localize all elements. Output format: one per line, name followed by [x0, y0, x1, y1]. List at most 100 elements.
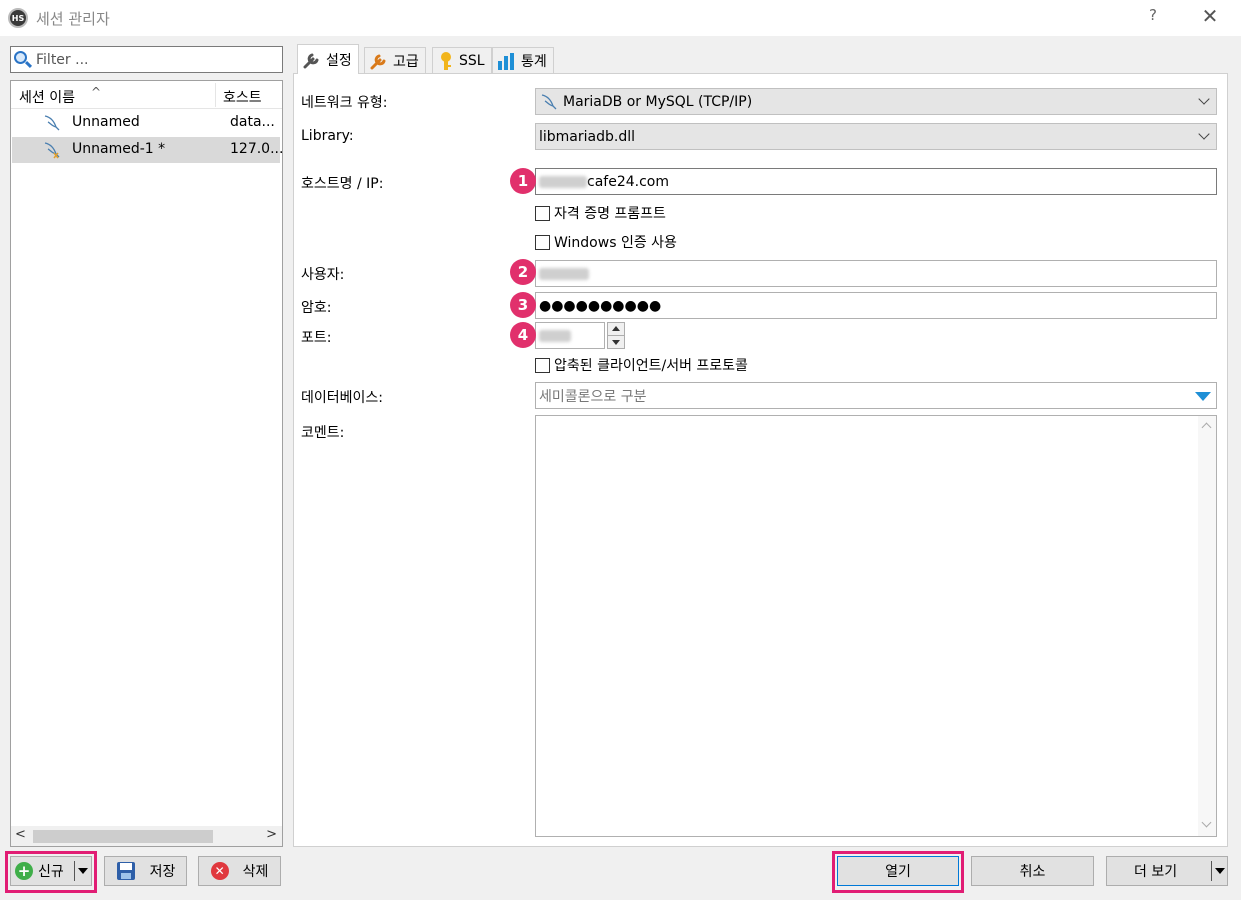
checkbox[interactable] [535, 357, 550, 373]
mysql-dolphin-icon [44, 115, 60, 131]
tree-header: 세션 이름 ^ 호스트 [11, 81, 282, 109]
floppy-disk-icon [116, 862, 135, 880]
bar-chart-icon [498, 52, 514, 70]
redacted-text [539, 329, 571, 342]
session-tree[interactable]: 세션 이름 ^ 호스트 Unnamed data... Unnamed-1 * … [10, 80, 283, 847]
window-title: 세션 관리자 [36, 10, 110, 28]
key-icon [441, 51, 451, 70]
filter-input[interactable] [36, 51, 266, 68]
port-stepper[interactable] [607, 322, 625, 349]
wrench-icon [303, 53, 319, 68]
more-button-label: 더 보기 [1134, 864, 1178, 880]
step-badge-2: 2 [510, 259, 536, 285]
session-row[interactable]: Unnamed data... [12, 110, 280, 136]
checkbox[interactable] [535, 234, 550, 250]
tab-statistics[interactable]: 통계 [492, 47, 554, 73]
tab-settings[interactable]: 설정 [297, 44, 359, 74]
compressed-protocol-checkbox[interactable]: 압축된 클라이언트/서버 프로토콜 [535, 355, 748, 375]
password-input[interactable]: ●●●●●●●●●● [535, 292, 1217, 319]
stepper-divider [608, 335, 624, 336]
arrow-up-icon[interactable] [612, 326, 620, 331]
session-name: Unnamed [72, 114, 140, 130]
wrench-orange-icon [370, 54, 386, 69]
chevron-down-icon [1198, 128, 1210, 140]
database-label: 데이터베이스: [301, 390, 383, 406]
horizontal-scrollbar[interactable]: < > [11, 826, 282, 846]
split-divider [74, 861, 75, 881]
database-input[interactable]: 세미콜론으로 구분 [535, 382, 1217, 409]
tab-label: SSL [459, 52, 485, 69]
redacted-text [539, 175, 587, 188]
app-icon: HS [8, 8, 28, 28]
column-header-session-name[interactable]: 세션 이름 [19, 87, 75, 107]
column-header-host[interactable]: 호스트 [223, 87, 262, 107]
save-button[interactable]: 저장 [104, 856, 187, 886]
library-value: libmariadb.dll [539, 128, 635, 145]
redacted-text [539, 267, 589, 280]
user-input[interactable] [535, 260, 1217, 287]
checkbox[interactable] [535, 205, 550, 221]
session-host: 127.0... [230, 141, 283, 157]
checkbox-label: 압축된 클라이언트/서버 프로토콜 [554, 358, 748, 374]
new-button-label: 신규 [38, 864, 64, 880]
step-badge-1: 1 [510, 168, 536, 194]
mysql-dolphin-icon [541, 93, 557, 109]
database-placeholder: 세미콜론으로 구분 [539, 388, 647, 405]
password-label: 암호: [301, 300, 332, 316]
comment-textarea[interactable] [535, 415, 1217, 837]
delete-icon: ✕ [210, 862, 229, 880]
tab-advanced[interactable]: 고급 [364, 47, 426, 73]
save-button-label: 저장 [149, 864, 176, 880]
cancel-button[interactable]: 취소 [971, 856, 1094, 886]
dropdown-arrow-icon[interactable] [1215, 868, 1225, 874]
scroll-up-icon[interactable] [1201, 422, 1212, 433]
user-label: 사용자: [301, 267, 345, 283]
vertical-scrollbar[interactable] [1198, 416, 1216, 836]
network-type-value: MariaDB or MySQL (TCP/IP) [563, 93, 753, 110]
chevron-down-icon [1198, 93, 1210, 105]
host-value: cafe24.com [587, 173, 669, 190]
more-button[interactable]: 더 보기 [1106, 856, 1228, 886]
tab-label: 통계 [521, 53, 547, 70]
title-bar [0, 0, 1241, 36]
windows-auth-checkbox[interactable]: Windows 인증 사용 [535, 232, 677, 252]
password-value: ●●●●●●●●●● [539, 297, 662, 314]
port-input[interactable] [535, 322, 605, 349]
column-separator[interactable] [215, 83, 216, 107]
open-button[interactable]: 열기 [837, 856, 959, 886]
comment-label: 코멘트: [301, 425, 345, 441]
dropdown-arrow-icon[interactable] [1195, 392, 1211, 401]
help-button[interactable]: ? [1143, 6, 1163, 28]
session-host: data... [230, 114, 275, 130]
port-label: 포트: [301, 330, 332, 346]
checkbox-label: 자격 증명 프롬프트 [554, 206, 666, 222]
close-button[interactable]: ✕ [1198, 4, 1222, 30]
library-label: Library: [301, 128, 354, 144]
cancel-button-label: 취소 [1019, 864, 1046, 880]
mysql-dolphin-modified-icon [44, 142, 60, 159]
search-icon [13, 50, 33, 70]
scroll-right-icon[interactable]: > [266, 827, 277, 842]
add-icon: + [15, 862, 33, 880]
credential-prompt-checkbox[interactable]: 자격 증명 프롬프트 [535, 203, 666, 223]
tab-ssl[interactable]: SSL [432, 47, 492, 73]
tab-label: 설정 [326, 52, 352, 69]
host-input[interactable]: cafe24.com [535, 168, 1217, 195]
checkbox-label: Windows 인증 사용 [554, 235, 677, 251]
scrollbar-thumb[interactable] [33, 830, 213, 843]
network-type-select[interactable]: MariaDB or MySQL (TCP/IP) [535, 88, 1217, 115]
session-row-selected[interactable]: Unnamed-1 * 127.0... [12, 137, 283, 163]
scroll-left-icon[interactable]: < [15, 827, 26, 842]
filter-box[interactable] [10, 46, 283, 73]
network-type-label: 네트워크 유형: [301, 95, 388, 111]
new-button[interactable]: + 신규 [10, 856, 92, 886]
dropdown-arrow-icon[interactable] [78, 868, 88, 874]
delete-button[interactable]: ✕ 삭제 [198, 856, 281, 886]
host-label: 호스트명 / IP: [301, 176, 384, 192]
arrow-down-icon[interactable] [612, 340, 620, 345]
sort-ascending-icon: ^ [91, 85, 102, 99]
delete-button-label: 삭제 [242, 864, 269, 880]
scroll-down-icon[interactable] [1201, 817, 1212, 828]
step-badge-3: 3 [510, 292, 536, 318]
library-select[interactable]: libmariadb.dll [535, 123, 1217, 150]
